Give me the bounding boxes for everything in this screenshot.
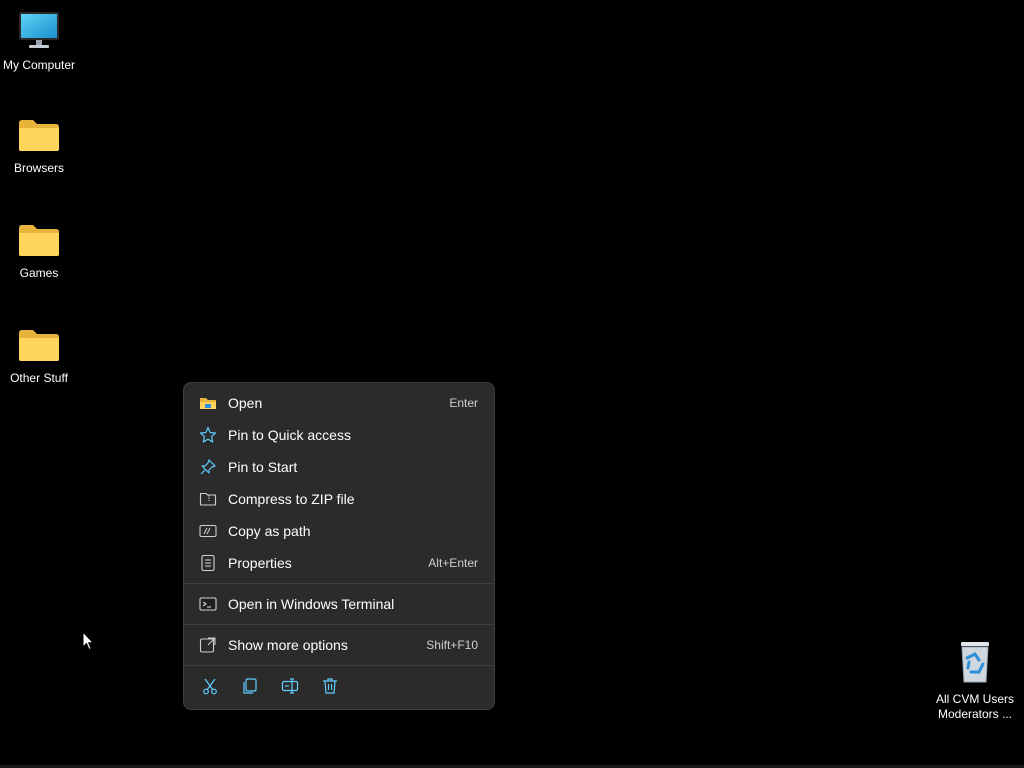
star-icon <box>199 426 217 444</box>
delete-icon <box>321 677 339 700</box>
menu-item-label: Pin to Start <box>228 459 298 475</box>
copy-icon <box>241 677 259 700</box>
menu-item-label: Compress to ZIP file <box>228 491 355 507</box>
context-menu: Open Enter Pin to Quick access Pin to St… <box>183 382 495 710</box>
desktop-icon-browsers[interactable]: Browsers <box>0 117 78 176</box>
folder-open-icon <box>199 394 217 412</box>
monitor-icon <box>0 10 78 54</box>
menu-item-label: Copy as path <box>228 523 311 539</box>
terminal-icon <box>199 595 217 613</box>
recycle-bin-icon <box>930 640 1020 688</box>
folder-icon <box>0 222 78 262</box>
menu-item-compress-zip[interactable]: Compress to ZIP file <box>190 484 488 514</box>
menu-item-label: Open in Windows Terminal <box>228 596 395 612</box>
menu-item-copy-as-path[interactable]: Copy as path <box>190 516 488 546</box>
copy-button[interactable] <box>230 671 270 705</box>
menu-item-open[interactable]: Open Enter <box>190 388 488 418</box>
desktop[interactable]: My Computer Browsers Games Other Stuff A… <box>0 0 1024 768</box>
menu-separator <box>184 583 494 584</box>
path-icon <box>199 522 217 540</box>
menu-item-shortcut: Alt+Enter <box>428 556 478 570</box>
menu-item-shortcut: Enter <box>449 396 478 410</box>
menu-item-pin-quick-access[interactable]: Pin to Quick access <box>190 420 488 450</box>
menu-item-pin-start[interactable]: Pin to Start <box>190 452 488 482</box>
desktop-icon-other-stuff[interactable]: Other Stuff <box>0 327 78 386</box>
folder-icon <box>0 117 78 157</box>
menu-separator <box>184 624 494 625</box>
more-options-icon <box>199 636 217 654</box>
desktop-icon-label: Browsers <box>13 161 64 175</box>
properties-icon <box>199 554 217 572</box>
desktop-icon-my-computer[interactable]: My Computer <box>0 10 78 73</box>
desktop-icon-label: My Computer <box>2 58 76 72</box>
desktop-icon-recycle-bin[interactable]: All CVM Users Moderators ... <box>930 640 1020 722</box>
desktop-icon-label: All CVM Users Moderators ... <box>935 692 1014 721</box>
menu-item-shortcut: Shift+F10 <box>426 638 478 652</box>
cut-button[interactable] <box>190 671 230 705</box>
menu-item-open-terminal[interactable]: Open in Windows Terminal <box>190 589 488 619</box>
zip-icon <box>199 490 217 508</box>
mouse-cursor-icon <box>82 630 95 656</box>
menu-item-label: Show more options <box>228 637 348 653</box>
delete-button[interactable] <box>310 671 350 705</box>
menu-item-properties[interactable]: Properties Alt+Enter <box>190 548 488 578</box>
menu-quick-actions <box>190 671 488 705</box>
rename-button[interactable] <box>270 671 310 705</box>
cut-icon <box>201 677 219 700</box>
menu-item-label: Pin to Quick access <box>228 427 351 443</box>
menu-separator <box>184 665 494 666</box>
menu-item-show-more-options[interactable]: Show more options Shift+F10 <box>190 630 488 660</box>
pin-icon <box>199 458 217 476</box>
desktop-icon-label: Other Stuff <box>10 371 68 385</box>
desktop-icon-games[interactable]: Games <box>0 222 78 281</box>
rename-icon <box>281 677 299 700</box>
menu-item-label: Open <box>228 395 263 411</box>
desktop-icon-label: Games <box>19 266 59 280</box>
menu-item-label: Properties <box>228 555 292 571</box>
folder-icon <box>0 327 78 367</box>
